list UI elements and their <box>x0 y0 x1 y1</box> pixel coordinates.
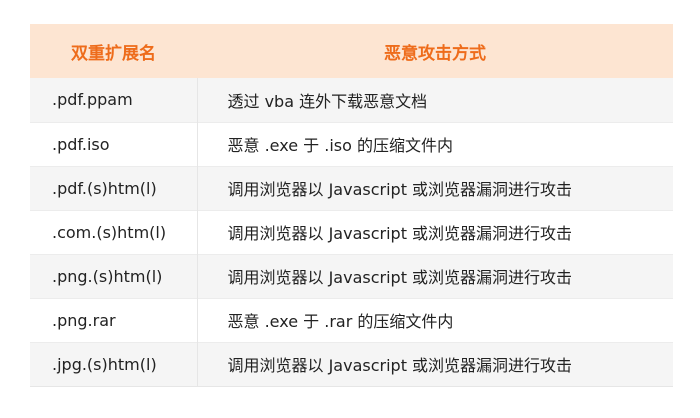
cell-attack-method: 调用浏览器以 Javascript 或浏览器漏洞进行攻击 <box>227 180 573 199</box>
cell-extension: .jpg.(s)htm(l) <box>30 342 198 386</box>
cell-extension: .png.(s)htm(l) <box>30 254 198 298</box>
double-extension-table-container: 双重扩展名 恶意攻击方式 .pdf.ppam 透过 vba 连外下载恶意文档 .… <box>30 24 673 387</box>
cell-attack-method: 调用浏览器以 Javascript 或浏览器漏洞进行攻击 <box>227 268 573 287</box>
cell-extension: .png.rar <box>30 298 198 342</box>
cell-extension: .pdf.(s)htm(l) <box>30 166 198 210</box>
cell-extension: .pdf.ppam <box>30 78 198 122</box>
table-row: .pdf.iso 恶意 .exe 于 .iso 的压缩文件内 <box>30 122 673 166</box>
table-row: .com.(s)htm(l) 调用浏览器以 Javascript 或浏览器漏洞进… <box>30 210 673 254</box>
table-row: .pdf.ppam 透过 vba 连外下载恶意文档 <box>30 78 673 122</box>
cell-attack-method: 调用浏览器以 Javascript 或浏览器漏洞进行攻击 <box>227 224 573 243</box>
table-row: .png.rar 恶意 .exe 于 .rar 的压缩文件内 <box>30 298 673 342</box>
table-row: .jpg.(s)htm(l) 调用浏览器以 Javascript 或浏览器漏洞进… <box>30 342 673 386</box>
table-header-row: 双重扩展名 恶意攻击方式 <box>30 24 673 78</box>
header-attack-method: 恶意攻击方式 <box>384 43 486 64</box>
cell-extension: .com.(s)htm(l) <box>30 210 198 254</box>
cell-attack-method: 调用浏览器以 Javascript 或浏览器漏洞进行攻击 <box>227 356 573 375</box>
cell-attack-method: 透过 vba 连外下载恶意文档 <box>227 91 428 111</box>
cell-attack-method: 恶意 .exe 于 .iso 的压缩文件内 <box>227 136 453 155</box>
cell-extension: .pdf.iso <box>30 122 198 166</box>
table-row: .png.(s)htm(l) 调用浏览器以 Javascript 或浏览器漏洞进… <box>30 254 673 298</box>
cell-attack-method: 恶意 .exe 于 .rar 的压缩文件内 <box>227 312 454 331</box>
header-extension: 双重扩展名 <box>71 43 156 64</box>
table-row: .pdf.(s)htm(l) 调用浏览器以 Javascript 或浏览器漏洞进… <box>30 166 673 210</box>
double-extension-table: 双重扩展名 恶意攻击方式 .pdf.ppam 透过 vba 连外下载恶意文档 .… <box>30 24 673 387</box>
